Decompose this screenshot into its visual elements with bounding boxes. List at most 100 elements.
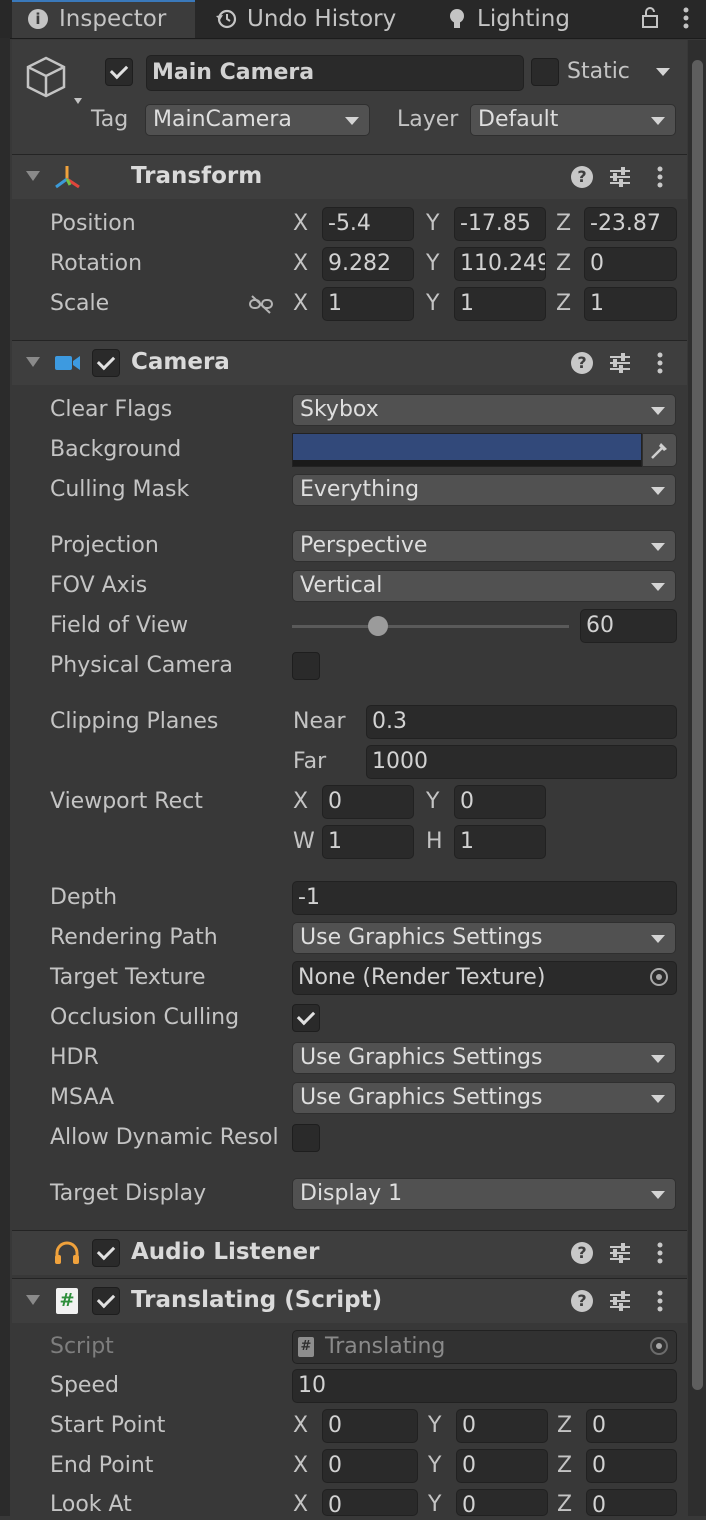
rendering-path-dropdown[interactable]: Use Graphics Settings [292,922,676,954]
start-point-z-field[interactable]: 0 [586,1409,677,1443]
object-name-field[interactable]: Main Camera [146,55,524,91]
camera-enabled-checkbox[interactable] [92,349,120,377]
foldout-arrow-icon[interactable] [26,1295,40,1305]
field-of-view-field[interactable]: 60 [580,609,677,643]
object-picker-icon[interactable] [650,968,668,986]
viewport-y-label: Y [426,789,440,814]
field-of-view-slider-track[interactable] [292,625,569,628]
msaa-dropdown[interactable]: Use Graphics Settings [292,1082,676,1114]
help-icon[interactable]: ? [571,1242,593,1264]
translating-script-header[interactable]: # Translating (Script) ? [12,1278,687,1323]
start-point-x-label: X [293,1413,309,1438]
start-point-y-label: Y [428,1413,442,1438]
tab-lighting[interactable]: Lighting [447,0,587,38]
help-icon[interactable]: ? [571,1290,593,1312]
transform-header[interactable]: Transform ? [12,154,687,199]
rotation-x-field[interactable]: 9.282 [322,247,414,281]
chevron-down-icon [651,583,665,591]
info-icon: i [28,9,48,29]
kebab-menu-icon[interactable] [647,1288,673,1314]
camera-header[interactable]: Camera ? [12,340,687,385]
end-point-z-field[interactable]: 0 [586,1449,677,1483]
object-active-checkbox[interactable] [105,58,133,86]
viewport-y-field[interactable]: 0 [454,785,546,819]
viewport-w-field[interactable]: 1 [322,825,414,859]
layer-dropdown[interactable]: Default [470,104,676,136]
occlusion-culling-checkbox[interactable] [292,1004,320,1032]
audio-listener-title: Audio Listener [131,1239,320,1265]
background-color-field[interactable] [292,433,642,467]
culling-mask-dropdown[interactable]: Everything [292,474,676,506]
speed-field[interactable]: 10 [292,1369,677,1403]
projection-dropdown[interactable]: Perspective [292,530,676,562]
position-y-field[interactable]: -17.85 [454,207,546,241]
static-checkbox[interactable] [531,58,559,86]
static-dropdown-arrow[interactable] [656,68,670,76]
start-point-y-field[interactable]: 0 [456,1409,548,1443]
scale-y-field[interactable]: 1 [454,287,546,321]
scrollbar-thumb[interactable] [692,60,703,1390]
chevron-down-icon [651,543,665,551]
foldout-arrow-icon[interactable] [26,357,40,367]
near-label: Near [293,709,346,734]
clear-flags-value: Skybox [300,397,379,422]
rendering-path-label: Rendering Path [50,925,218,950]
viewport-h-field[interactable]: 1 [454,825,546,859]
scale-x-label: X [293,291,309,316]
viewport-w-label: W [293,829,315,854]
unlinked-chain-icon[interactable] [248,294,274,316]
clear-flags-dropdown[interactable]: Skybox [292,394,676,426]
hdr-dropdown[interactable]: Use Graphics Settings [292,1042,676,1074]
chevron-down-icon [651,1191,665,1199]
projection-value: Perspective [300,533,428,558]
help-icon[interactable]: ? [571,166,593,188]
field-of-view-slider-thumb[interactable] [367,616,388,636]
depth-field[interactable]: -1 [292,881,677,915]
rotation-y-field[interactable]: 110.249 [454,247,546,281]
look-at-z-field[interactable]: 0 [586,1489,677,1516]
position-z-field[interactable]: -23.87 [584,207,677,241]
foldout-arrow-icon[interactable] [26,171,40,181]
background-color-swatch [293,434,641,460]
look-at-y-field[interactable]: 0 [456,1489,548,1516]
scale-x-field[interactable]: 1 [322,287,414,321]
scale-z-field[interactable]: 1 [584,287,677,321]
near-field[interactable]: 0.3 [366,705,677,739]
kebab-menu-icon[interactable] [647,164,673,190]
end-point-y-field[interactable]: 0 [456,1449,548,1483]
position-y-label: Y [426,211,440,236]
audio-listener-enabled-checkbox[interactable] [92,1239,120,1267]
physical-camera-label: Physical Camera [50,653,233,678]
far-field[interactable]: 1000 [366,745,677,779]
target-display-dropdown[interactable]: Display 1 [292,1178,676,1210]
look-at-x-field[interactable]: 0 [322,1489,418,1516]
depth-label: Depth [50,885,118,910]
help-icon[interactable]: ? [571,352,593,374]
tab-inspector[interactable]: i Inspector [12,0,195,38]
field-of-view-label: Field of View [50,613,189,638]
rotation-z-field[interactable]: 0 [584,247,677,281]
tag-dropdown[interactable]: MainCamera [145,104,370,136]
fov-axis-dropdown[interactable]: Vertical [292,570,676,602]
kebab-menu-icon[interactable] [647,350,673,376]
viewport-x-field[interactable]: 0 [322,785,414,819]
physical-camera-checkbox[interactable] [292,652,320,680]
tab-undo-history[interactable]: Undo History [215,0,415,38]
start-point-label: Start Point [50,1413,166,1438]
end-point-x-field[interactable]: 0 [322,1449,418,1483]
presets-sliders-icon[interactable] [607,164,633,190]
chevron-down-icon [651,117,665,125]
presets-sliders-icon[interactable] [607,1288,633,1314]
position-x-field[interactable]: -5.4 [322,207,414,241]
presets-sliders-icon[interactable] [607,1240,633,1266]
lock-icon[interactable] [640,6,660,28]
target-texture-field[interactable]: None (Render Texture) [292,961,677,995]
start-point-x-field[interactable]: 0 [322,1409,418,1443]
eyedropper-button[interactable] [642,433,677,467]
allow-dynamic-resolution-checkbox[interactable] [292,1124,320,1152]
kebab-menu-icon[interactable] [682,6,690,30]
kebab-menu-icon[interactable] [647,1240,673,1266]
presets-sliders-icon[interactable] [607,350,633,376]
audio-listener-header[interactable]: Audio Listener ? [12,1230,687,1275]
translating-enabled-checkbox[interactable] [92,1287,120,1315]
